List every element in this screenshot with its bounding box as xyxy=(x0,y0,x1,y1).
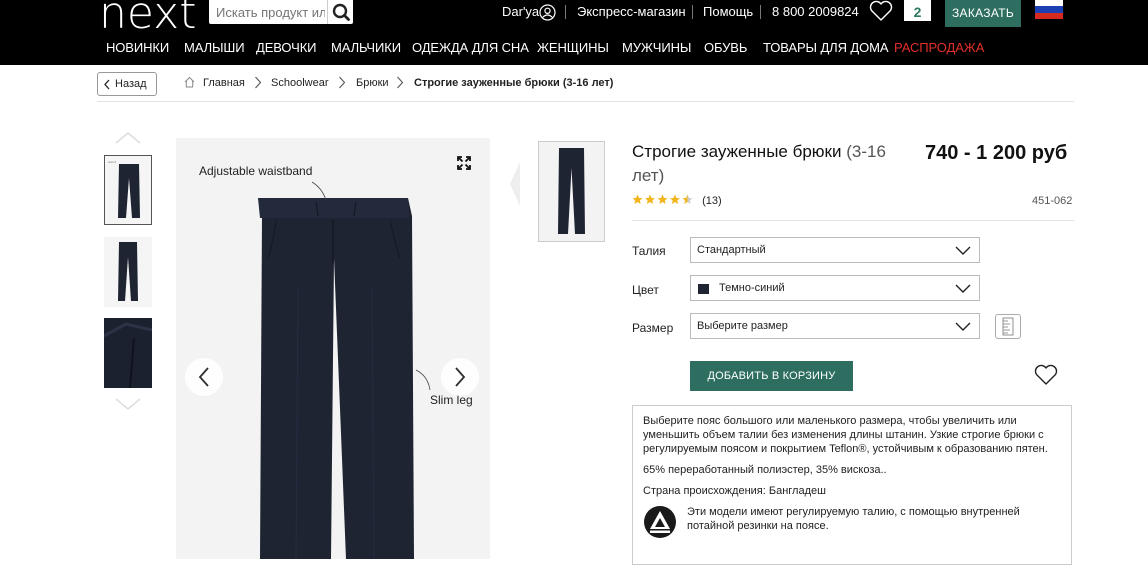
search-input[interactable] xyxy=(209,0,325,24)
chevron-right-icon xyxy=(455,367,466,387)
thumbnail-3[interactable] xyxy=(104,318,152,388)
adjustable-waist-icon xyxy=(644,506,676,538)
user-icon[interactable] xyxy=(539,4,556,21)
russia-flag-icon[interactable] xyxy=(1035,0,1063,19)
home-icon[interactable] xyxy=(183,76,196,88)
phone-number: 8 800 2009824 xyxy=(772,4,859,19)
waist-label: Талия xyxy=(632,244,666,258)
site-header: next Dar'ya Экспресс-магазин Помощь 8 80… xyxy=(0,0,1148,65)
thumb-up-arrow-icon[interactable] xyxy=(114,131,142,145)
description-text: Выберите пояс большого или маленького ра… xyxy=(643,415,1048,455)
chevron-left-icon xyxy=(198,367,209,387)
nav-item-new[interactable]: НОВИНКИ xyxy=(106,40,169,55)
product-price: 740 - 1 200 руб xyxy=(925,142,1068,164)
back-label: Назад xyxy=(115,78,147,90)
colour-swatch xyxy=(698,284,709,294)
nav-item-home[interactable]: ТОВАРЫ ДЛЯ ДОМА xyxy=(763,40,889,55)
expand-icon[interactable] xyxy=(457,156,471,170)
account-name: Dar'ya xyxy=(502,4,540,19)
chevron-right-icon xyxy=(255,76,262,89)
search-icon xyxy=(332,3,350,21)
next-image-button[interactable] xyxy=(441,358,479,396)
nav-item-boys[interactable]: МАЛЬЧИКИ xyxy=(331,40,401,55)
add-to-bag-button[interactable]: ДОБАВИТЬ В КОРЗИНУ xyxy=(690,361,853,391)
favourite-heart-icon[interactable] xyxy=(1033,364,1059,386)
breadcrumb-trousers[interactable]: Брюки xyxy=(356,77,389,89)
breadcrumb-home[interactable]: Главная xyxy=(203,77,245,89)
account-link[interactable]: Dar'ya xyxy=(502,4,539,19)
next-logo[interactable]: next xyxy=(99,0,196,39)
breadcrumb-schoolwear[interactable]: Schoolwear xyxy=(271,77,328,89)
nav-item-shoes[interactable]: ОБУВЬ xyxy=(704,40,747,55)
ruler-icon xyxy=(1002,317,1014,336)
product-code: 451-062 xyxy=(1032,195,1073,207)
review-count[interactable]: (13) xyxy=(702,195,722,207)
order-button[interactable]: ЗАКАЗАТЬ xyxy=(945,0,1021,27)
colour-thumbnail[interactable] xyxy=(538,141,605,242)
divider xyxy=(97,101,1074,102)
fabric-detail-image xyxy=(104,318,152,388)
search-box xyxy=(209,0,353,24)
colour-label: Цвет xyxy=(632,283,659,297)
divider xyxy=(632,220,1074,221)
prev-image-button[interactable] xyxy=(185,358,223,396)
waist-value: Стандартный xyxy=(697,244,766,256)
thumb-down-arrow-icon[interactable] xyxy=(114,397,142,411)
product-description: Выберите пояс большого или маленького ра… xyxy=(632,405,1072,565)
adjustable-waist-note: Эти модели имеют регулируемую талию, с п… xyxy=(643,505,1061,538)
wishlist-heart-icon[interactable] xyxy=(868,0,894,22)
header-divider xyxy=(565,5,566,19)
size-select[interactable]: Выберите размер xyxy=(690,313,980,339)
search-button[interactable] xyxy=(327,0,353,24)
thumbnail-2[interactable] xyxy=(104,237,152,307)
trousers-thumbnail-image xyxy=(118,242,138,301)
composition-text: 65% переработанный полиэстер, 35% вискоз… xyxy=(643,464,887,476)
rating-stars[interactable]: (13) xyxy=(632,194,722,207)
trousers-thumbnail-image: waist xyxy=(108,160,140,218)
size-label: Размер xyxy=(632,321,674,335)
waist-note-text: Эти модели имеют регулируемую талию, с п… xyxy=(687,506,1020,532)
back-button[interactable]: Назад xyxy=(97,72,157,96)
chevron-down-icon xyxy=(955,322,971,331)
product-title: Строгие зауженные брюки (3-16 лет) xyxy=(632,140,912,188)
nav-item-men[interactable]: МУЖЧИНЫ xyxy=(622,40,691,55)
nav-item-girls[interactable]: ДЕВОЧКИ xyxy=(256,40,317,55)
header-divider xyxy=(692,5,693,19)
bag-icon[interactable]: 2 xyxy=(904,0,931,21)
thumbnail-1[interactable]: waist xyxy=(104,155,152,225)
chevron-right-icon xyxy=(339,76,346,89)
help-link[interactable]: Помощь xyxy=(703,4,753,19)
express-store-link[interactable]: Экспресс-магазин xyxy=(577,4,686,19)
chevron-down-icon xyxy=(955,246,971,255)
color-pointer-icon xyxy=(510,162,520,206)
main-nav: НОВИНКИ МАЛЫШИ ДЕВОЧКИ МАЛЬЧИКИ ОДЕЖДА Д… xyxy=(0,40,1148,58)
navy-slim-trousers-image xyxy=(258,181,431,560)
trousers-colour-image xyxy=(558,148,585,234)
size-guide-button[interactable] xyxy=(995,314,1021,339)
bag-count: 2 xyxy=(913,4,922,20)
nav-item-women[interactable]: ЖЕНЩИНЫ xyxy=(537,40,609,55)
main-product-image[interactable]: Adjustable waistband Slim leg xyxy=(176,138,490,560)
star-rating-icon xyxy=(632,194,693,204)
colour-value: Темно-синий xyxy=(719,282,785,294)
colour-select[interactable]: Темно-синий xyxy=(690,275,980,301)
header-divider xyxy=(760,5,761,19)
nav-item-sale[interactable]: РАСПРОДАЖА xyxy=(894,40,984,55)
size-value: Выберите размер xyxy=(697,320,788,332)
origin-text: Страна происхождения: Бангладеш xyxy=(643,485,826,497)
nav-item-baby[interactable]: МАЛЫШИ xyxy=(184,40,245,55)
callout-waistband: Adjustable waistband xyxy=(199,164,313,178)
chevron-down-icon xyxy=(955,284,971,293)
nav-item-sleepwear[interactable]: ОДЕЖДА ДЛЯ СНА xyxy=(412,40,529,55)
breadcrumb-current: Строгие зауженные брюки (3-16 лет) xyxy=(414,77,614,89)
chevron-left-icon xyxy=(104,79,110,90)
waist-select[interactable]: Стандартный xyxy=(690,237,980,263)
chevron-right-icon xyxy=(397,76,404,89)
svg-text:waist: waist xyxy=(108,160,117,164)
product-title-main: Строгие зауженные брюки xyxy=(632,142,842,161)
